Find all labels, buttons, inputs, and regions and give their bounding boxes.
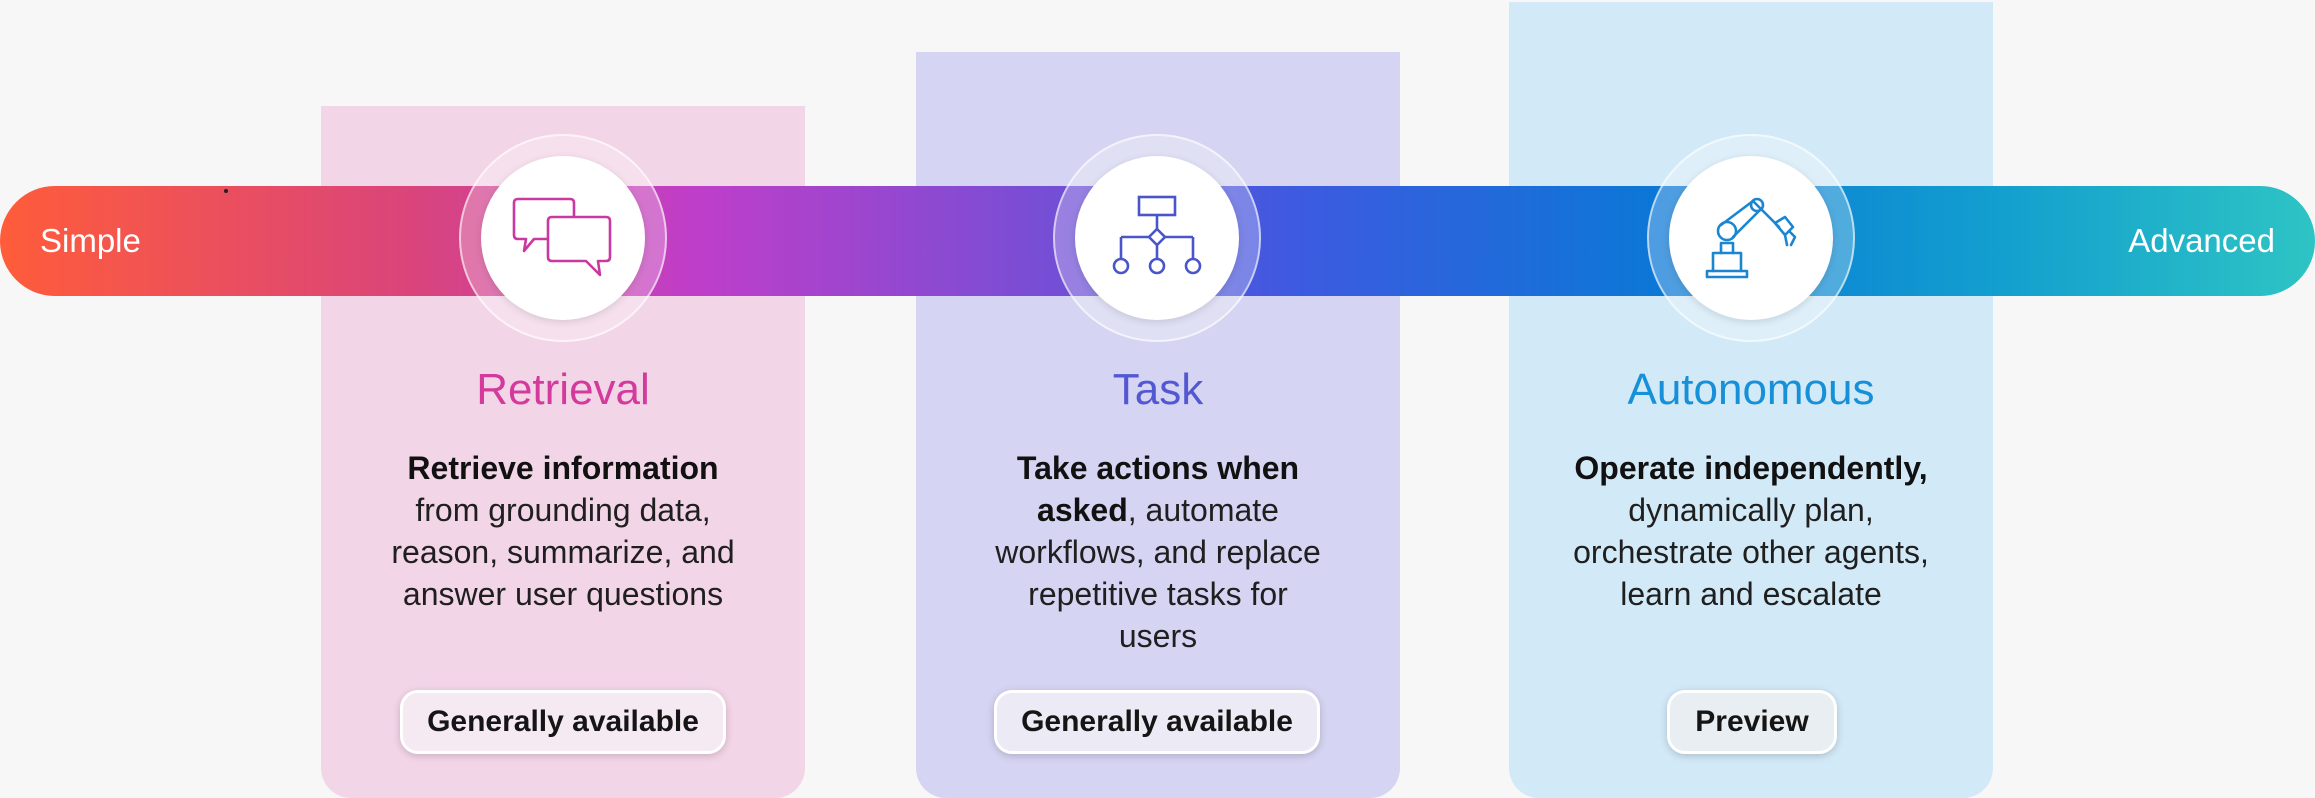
task-title: Task: [1112, 365, 1204, 414]
autonomous-status-badge: Preview: [1667, 690, 1837, 754]
simple-label: Simple: [40, 222, 141, 259]
chat-bubbles-icon: [512, 197, 612, 277]
retrieval-icon-badge: [459, 134, 667, 342]
retrieval-title: Retrieval: [476, 365, 650, 414]
retrieval-description-body: from grounding data, reason, summarize, …: [391, 492, 735, 612]
robot-arm-icon: [1705, 197, 1797, 279]
autonomous-description-lead: Operate independently,: [1574, 450, 1928, 486]
autonomous-title: Autonomous: [1627, 365, 1875, 414]
retrieval-description-lead: Retrieve information: [407, 450, 719, 486]
stray-dot: [224, 189, 228, 193]
retrieval-status-badge: Generally available: [400, 690, 726, 754]
agent-spectrum-diagram: Simple Advanced Retrieval Task Autonomou…: [0, 0, 2315, 798]
advanced-label: Advanced: [2128, 222, 2275, 259]
retrieval-description: Retrieve information from grounding data…: [321, 447, 805, 615]
workflow-diagram-icon: [1112, 195, 1202, 275]
task-status-badge: Generally available: [994, 690, 1320, 754]
autonomous-description: Operate independently, dynamically plan,…: [1509, 447, 1993, 615]
task-icon-badge: [1053, 134, 1261, 342]
autonomous-description-body: dynamically plan, orchestrate other agen…: [1573, 492, 1929, 612]
autonomous-icon-badge: [1647, 134, 1855, 342]
task-description: Take actions when asked, automate workfl…: [916, 447, 1400, 657]
